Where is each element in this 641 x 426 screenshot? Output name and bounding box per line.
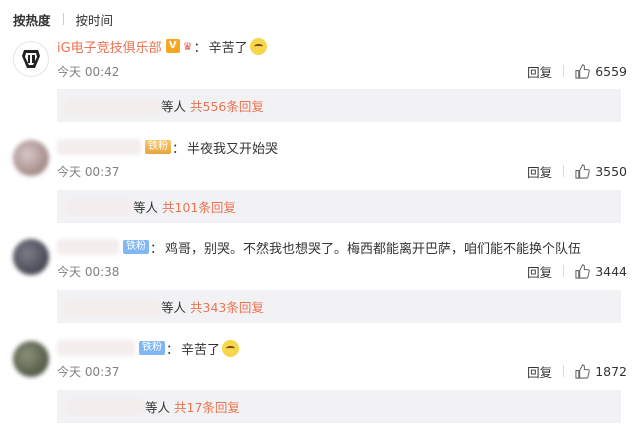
reply-summary[interactable]: 等人 共556条回复 xyxy=(57,89,621,122)
divider xyxy=(563,265,565,277)
emoji-icon xyxy=(249,37,267,55)
like-count: 3550 xyxy=(595,163,627,179)
comment-header: iG电子竞技俱乐部 V ♛ ： 辛苦了 xyxy=(57,36,267,56)
reply-button[interactable]: 回复 xyxy=(527,262,552,281)
avatar[interactable] xyxy=(13,41,49,77)
replier-names xyxy=(65,298,161,315)
emoji-icon xyxy=(222,339,240,357)
ig-logo-icon xyxy=(15,43,47,75)
sort-divider xyxy=(62,13,64,25)
comment-text: 半夜我又开始哭 xyxy=(187,141,279,157)
comment-header: 铁粉 ： 半夜我又开始哭 xyxy=(57,137,278,157)
timestamp: 今天 00:42 xyxy=(57,64,120,79)
reply-button[interactable]: 回复 xyxy=(527,162,552,181)
timestamp: 今天 00:37 xyxy=(57,164,120,179)
crown-icon: ♛ xyxy=(182,39,193,53)
replier-names xyxy=(65,198,133,215)
like-button[interactable]: 3550 xyxy=(575,164,627,179)
fan-badge: 铁粉 xyxy=(145,140,171,154)
like-count: 1872 xyxy=(595,363,627,379)
replier-names xyxy=(65,97,161,114)
comment-meta: 今天 00:38 回复 3444 xyxy=(57,262,627,280)
sort-by-hot-tab[interactable]: 按热度 xyxy=(13,10,51,29)
thumbs-up-icon xyxy=(575,63,590,79)
reply-count-link[interactable]: 共343条回复 xyxy=(190,297,264,316)
reply-count-link[interactable]: 共556条回复 xyxy=(190,96,264,115)
like-count: 6559 xyxy=(595,63,627,79)
comment-meta: 今天 00:37 回复 3550 xyxy=(57,162,627,180)
reply-who: 等人 xyxy=(145,400,171,415)
reply-button[interactable]: 回复 xyxy=(527,62,552,81)
fan-badge: 铁粉 xyxy=(123,240,149,254)
avatar[interactable] xyxy=(13,239,49,275)
username[interactable]: iG电子竞技俱乐部 xyxy=(57,37,162,56)
reply-summary[interactable]: 等人 共101条回复 xyxy=(57,190,621,223)
comment-header: 铁粉 ： 鸡哥，别哭。不然我也想哭了。梅西都能离开巴萨，咱们能不能换个队伍 xyxy=(57,237,581,257)
reply-who: 等人 xyxy=(161,99,187,114)
reply-count-link[interactable]: 共101条回复 xyxy=(162,197,236,216)
divider xyxy=(563,365,565,377)
divider xyxy=(563,65,565,77)
comment-meta: 今天 00:42 回复 6559 xyxy=(57,62,627,80)
like-button[interactable]: 1872 xyxy=(575,364,627,379)
timestamp: 今天 00:38 xyxy=(57,264,120,279)
comment-text: 辛苦了 xyxy=(181,342,221,358)
colon: ： xyxy=(150,241,164,257)
fan-badge: 铁粉 xyxy=(139,341,165,355)
username[interactable] xyxy=(57,139,141,155)
avatar[interactable] xyxy=(13,341,49,377)
thumbs-up-icon xyxy=(575,263,590,279)
verified-icon: V xyxy=(165,39,180,53)
colon: ： xyxy=(172,141,186,157)
username[interactable] xyxy=(57,340,135,356)
comment-meta: 今天 00:37 回复 1872 xyxy=(57,362,627,380)
sort-by-time-tab[interactable]: 按时间 xyxy=(76,10,114,29)
comment-text: 辛苦了 xyxy=(208,40,248,56)
comment-header: 铁粉 ： 辛苦了 xyxy=(57,338,240,358)
reply-summary[interactable]: 等人 共343条回复 xyxy=(57,290,621,323)
reply-button[interactable]: 回复 xyxy=(527,362,552,381)
like-button[interactable]: 3444 xyxy=(575,264,627,279)
divider xyxy=(563,165,565,177)
sort-bar: 按热度 按时间 xyxy=(13,10,114,29)
colon: ： xyxy=(193,40,207,56)
reply-count-link[interactable]: 共17条回复 xyxy=(174,397,240,416)
thumbs-up-icon xyxy=(575,363,590,379)
colon: ： xyxy=(166,342,180,358)
replier-names xyxy=(65,398,145,415)
comment-text: 鸡哥，别哭。不然我也想哭了。梅西都能离开巴萨，咱们能不能换个队伍 xyxy=(165,241,582,257)
username[interactable] xyxy=(57,239,119,255)
thumbs-up-icon xyxy=(575,163,590,179)
like-button[interactable]: 6559 xyxy=(575,64,627,79)
timestamp: 今天 00:37 xyxy=(57,364,120,379)
reply-who: 等人 xyxy=(133,200,159,215)
like-count: 3444 xyxy=(595,263,627,279)
avatar[interactable] xyxy=(13,140,49,176)
reply-who: 等人 xyxy=(161,300,187,315)
reply-summary[interactable]: 等人 共17条回复 xyxy=(57,390,621,423)
